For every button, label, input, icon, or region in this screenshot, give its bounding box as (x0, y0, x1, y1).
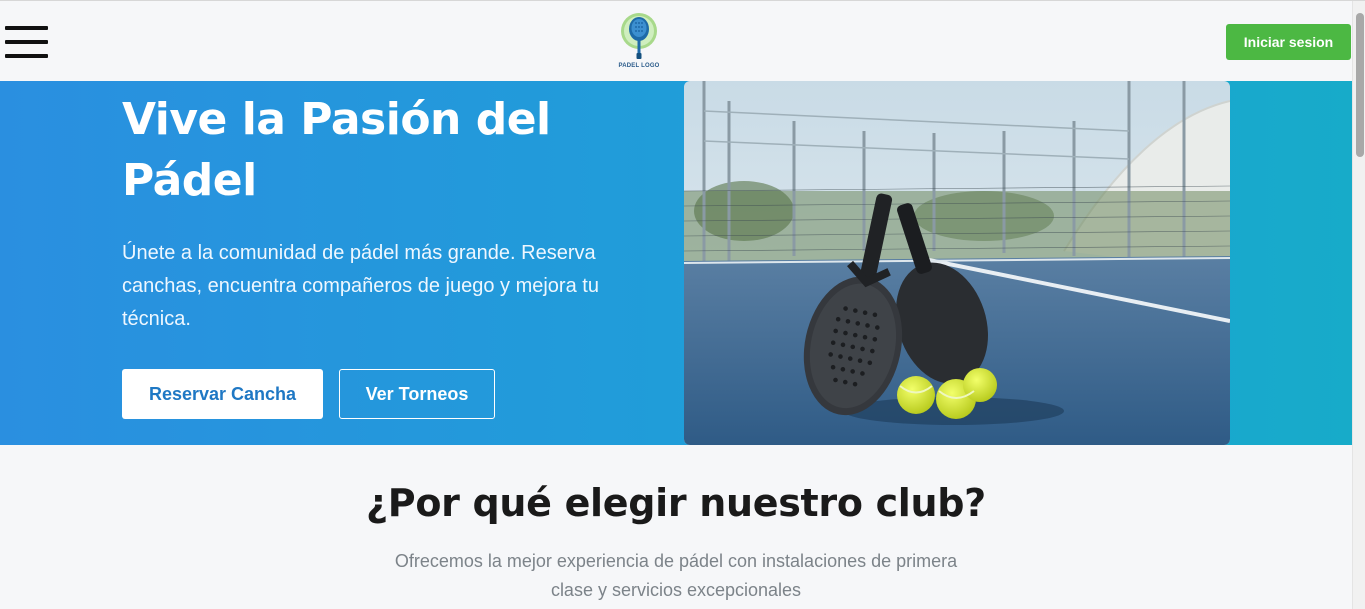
hero-title: Vive la Pasión del Pádel (122, 89, 622, 211)
section-subtitle: Ofrecemos la mejor experiencia de pádel … (394, 551, 958, 600)
reserve-court-button[interactable]: Reservar Cancha (122, 369, 323, 419)
menu-icon[interactable] (5, 26, 48, 60)
page-scrollbar[interactable] (1352, 1, 1365, 609)
scrollbar-thumb[interactable] (1356, 13, 1364, 157)
hero-title-line2: Pádel (122, 155, 257, 206)
hero-section: Vive la Pasión del Pádel Únete a la comu… (0, 81, 1352, 445)
login-button[interactable]: Iniciar sesion (1226, 24, 1351, 60)
hero-title-line1: Vive la Pasión del (122, 94, 551, 145)
top-navbar: PADEL LOGO Iniciar sesion (0, 1, 1352, 81)
site-logo[interactable]: PADEL LOGO (617, 11, 661, 71)
logo-text: PADEL LOGO (618, 63, 660, 69)
padel-racket-logo-icon (621, 13, 657, 59)
view-tournaments-button[interactable]: Ver Torneos (339, 369, 495, 419)
padel-rackets-image-icon (684, 81, 1230, 445)
hero-image (684, 81, 1230, 445)
section-title: ¿Por qué elegir nuestro club? (366, 481, 986, 525)
hero-subtitle: Únete a la comunidad de pádel más grande… (122, 242, 599, 330)
